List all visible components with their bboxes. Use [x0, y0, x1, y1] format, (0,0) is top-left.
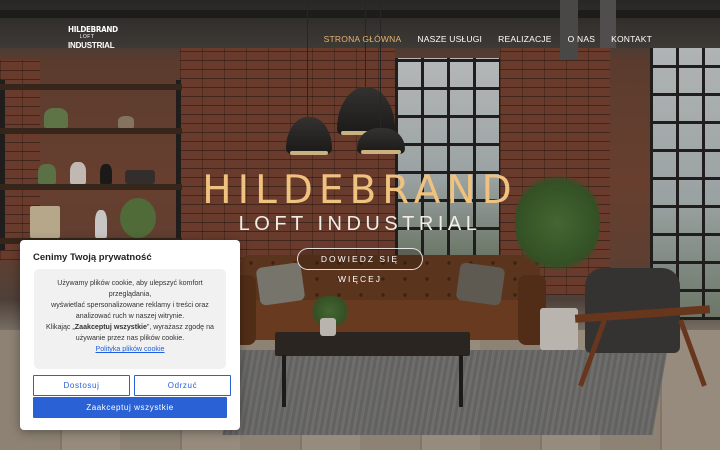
cookie-consent-dialog: Cenimy Twoją prywatność Używamy plików c…: [20, 240, 240, 430]
nav-item-projects[interactable]: REALIZACJE: [498, 34, 552, 44]
hero-subtitle: LOFT INDUSTRIAL: [238, 213, 482, 235]
nav-item-services[interactable]: NASZE USŁUGI: [417, 34, 482, 44]
site-logo[interactable]: HILDEBRAND LOFT INDUSTRIAL: [68, 25, 118, 50]
nav-item-about[interactable]: O NAS: [568, 34, 595, 44]
cookie-title: Cenimy Twoją prywatność: [33, 252, 152, 263]
cookie-description: Używamy plików cookie, aby ulepszyć komf…: [34, 269, 226, 369]
logo-text-small: LOFT: [79, 34, 95, 40]
cookie-policy-link[interactable]: Polityka plików cookie: [96, 345, 165, 353]
cookie-text-line3-prefix: Klikając „: [46, 323, 75, 331]
cookie-text-line1: Używamy plików cookie, aby ulepszyć komf…: [57, 279, 203, 298]
cookie-text-line2: wyświetlać spersonalizowane reklamy i tr…: [51, 301, 209, 320]
accept-all-button[interactable]: Zaakceptuj wszystkie: [33, 397, 227, 418]
customize-button[interactable]: Dostosuj: [33, 375, 130, 396]
learn-more-button[interactable]: DOWIEDZ SIĘ WIĘCEJ: [297, 248, 423, 284]
nav-item-home[interactable]: STRONA GŁÓWNA: [324, 34, 402, 44]
logo-text-sub: INDUSTRIAL: [68, 41, 115, 50]
reject-button[interactable]: Odrzuć: [134, 375, 231, 396]
logo-text-main: HILDEBRAND: [68, 25, 118, 34]
hero-title: HILDEBRAND: [202, 168, 518, 213]
cookie-text-line3-bold: Zaakceptuj wszystkie: [74, 323, 147, 331]
main-nav: STRONA GŁÓWNA NASZE USŁUGI REALIZACJE O …: [324, 34, 652, 44]
nav-item-contact[interactable]: KONTAKT: [611, 34, 652, 44]
